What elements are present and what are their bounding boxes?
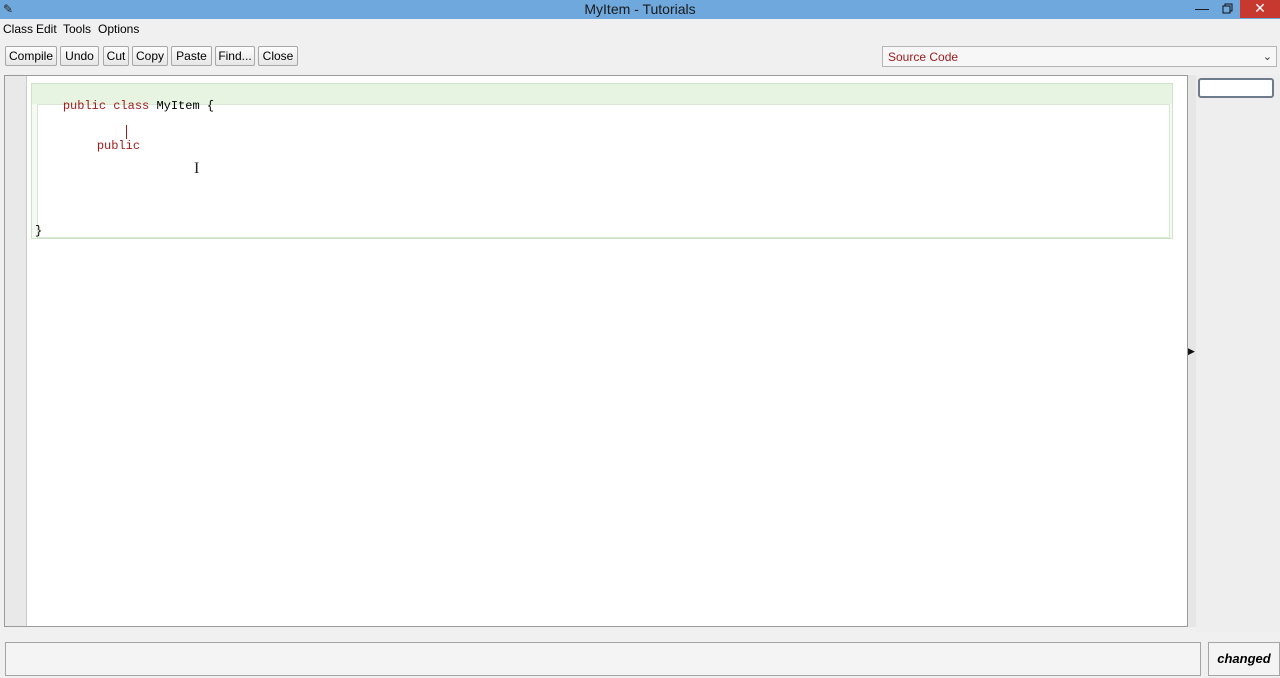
menu-tools[interactable]: Tools bbox=[63, 22, 91, 36]
paste-button[interactable]: Paste bbox=[171, 46, 212, 66]
menu-class[interactable]: Class bbox=[3, 22, 33, 36]
keyword-public-member: public bbox=[96, 139, 141, 153]
keyword-public: public bbox=[62, 99, 107, 113]
window-title: MyItem - Tutorials bbox=[584, 1, 696, 17]
code-editor[interactable]: public class MyItem { public } bbox=[4, 75, 1188, 627]
title-bar: ✎ MyItem - Tutorials — ✕ bbox=[0, 0, 1280, 19]
close-button[interactable]: Close bbox=[258, 46, 298, 66]
status-message bbox=[5, 642, 1201, 676]
copy-button[interactable]: Copy bbox=[132, 46, 168, 66]
menu-edit[interactable]: Edit bbox=[36, 22, 57, 36]
code-line-member[interactable]: public bbox=[68, 125, 140, 167]
menu-bar: Class Edit Tools Options bbox=[0, 19, 1280, 39]
undo-button[interactable]: Undo bbox=[60, 46, 99, 66]
code-line-closing-brace[interactable]: } bbox=[35, 224, 42, 238]
code-line-class-declaration[interactable]: public class MyItem { bbox=[34, 85, 214, 127]
restore-icon bbox=[1222, 3, 1233, 14]
keyword-class: class bbox=[113, 99, 150, 113]
navigation-view[interactable] bbox=[1196, 75, 1280, 632]
status-changed-badge: changed bbox=[1208, 642, 1280, 676]
view-selector-value: Source Code bbox=[888, 50, 959, 64]
line-gutter bbox=[5, 76, 27, 626]
close-window-button[interactable]: ✕ bbox=[1240, 0, 1280, 18]
minimize-button[interactable]: — bbox=[1192, 0, 1212, 18]
menu-options[interactable]: Options bbox=[98, 22, 139, 36]
compile-button[interactable]: Compile bbox=[5, 46, 57, 66]
ibeam-cursor-icon: I bbox=[194, 160, 200, 177]
find-button[interactable]: Find... bbox=[215, 46, 255, 66]
expand-arrow-icon[interactable]: ▶ bbox=[1188, 346, 1195, 357]
class-name: MyItem { bbox=[156, 99, 215, 113]
chevron-down-icon: ⌄ bbox=[1262, 51, 1272, 63]
restore-button[interactable] bbox=[1216, 1, 1236, 17]
text-caret bbox=[126, 125, 127, 139]
view-selector[interactable]: Source Code ⌄ bbox=[882, 46, 1277, 67]
cut-button[interactable]: Cut bbox=[103, 46, 129, 66]
navigation-view-thumb[interactable] bbox=[1198, 78, 1274, 98]
